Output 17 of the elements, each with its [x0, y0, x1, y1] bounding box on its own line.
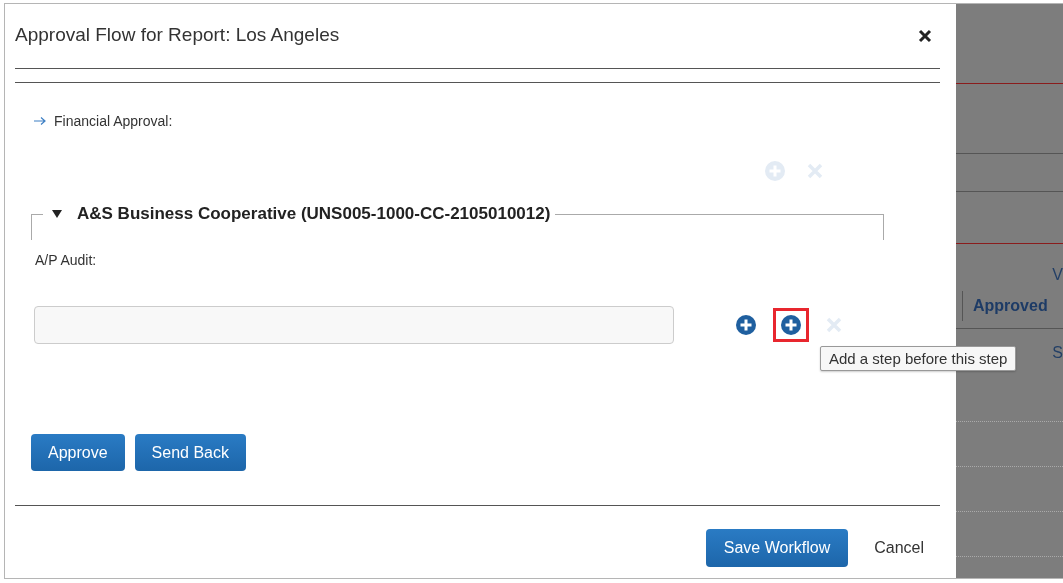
- input-field[interactable]: [34, 306, 674, 344]
- save-button[interactable]: Save Workflow: [705, 529, 849, 567]
- action-button[interactable]: Send Back: [134, 434, 246, 471]
- tooltip: Add a step before this step: [820, 346, 1017, 371]
- action-button[interactable]: Approve: [31, 434, 125, 471]
- arrow-icon: [33, 116, 47, 126]
- page-text: S: [1052, 344, 1063, 362]
- add-icon[interactable]: [736, 315, 756, 335]
- column-header: Approved: [962, 291, 1048, 321]
- field-label: A/P Audit:: [35, 252, 98, 268]
- group-title: A&S Business Cooperative (UNS005-1000-CC-2105010012): [77, 203, 551, 225]
- step-label: Financial Approval:: [54, 113, 173, 129]
- page-text: V: [1052, 266, 1063, 284]
- dialog-title: Approval Flow for Report: Los Angeles: [15, 24, 340, 46]
- expand-triangle-icon[interactable]: [51, 209, 63, 219]
- close-icon[interactable]: [918, 29, 932, 43]
- add-icon[interactable]: [781, 315, 801, 335]
